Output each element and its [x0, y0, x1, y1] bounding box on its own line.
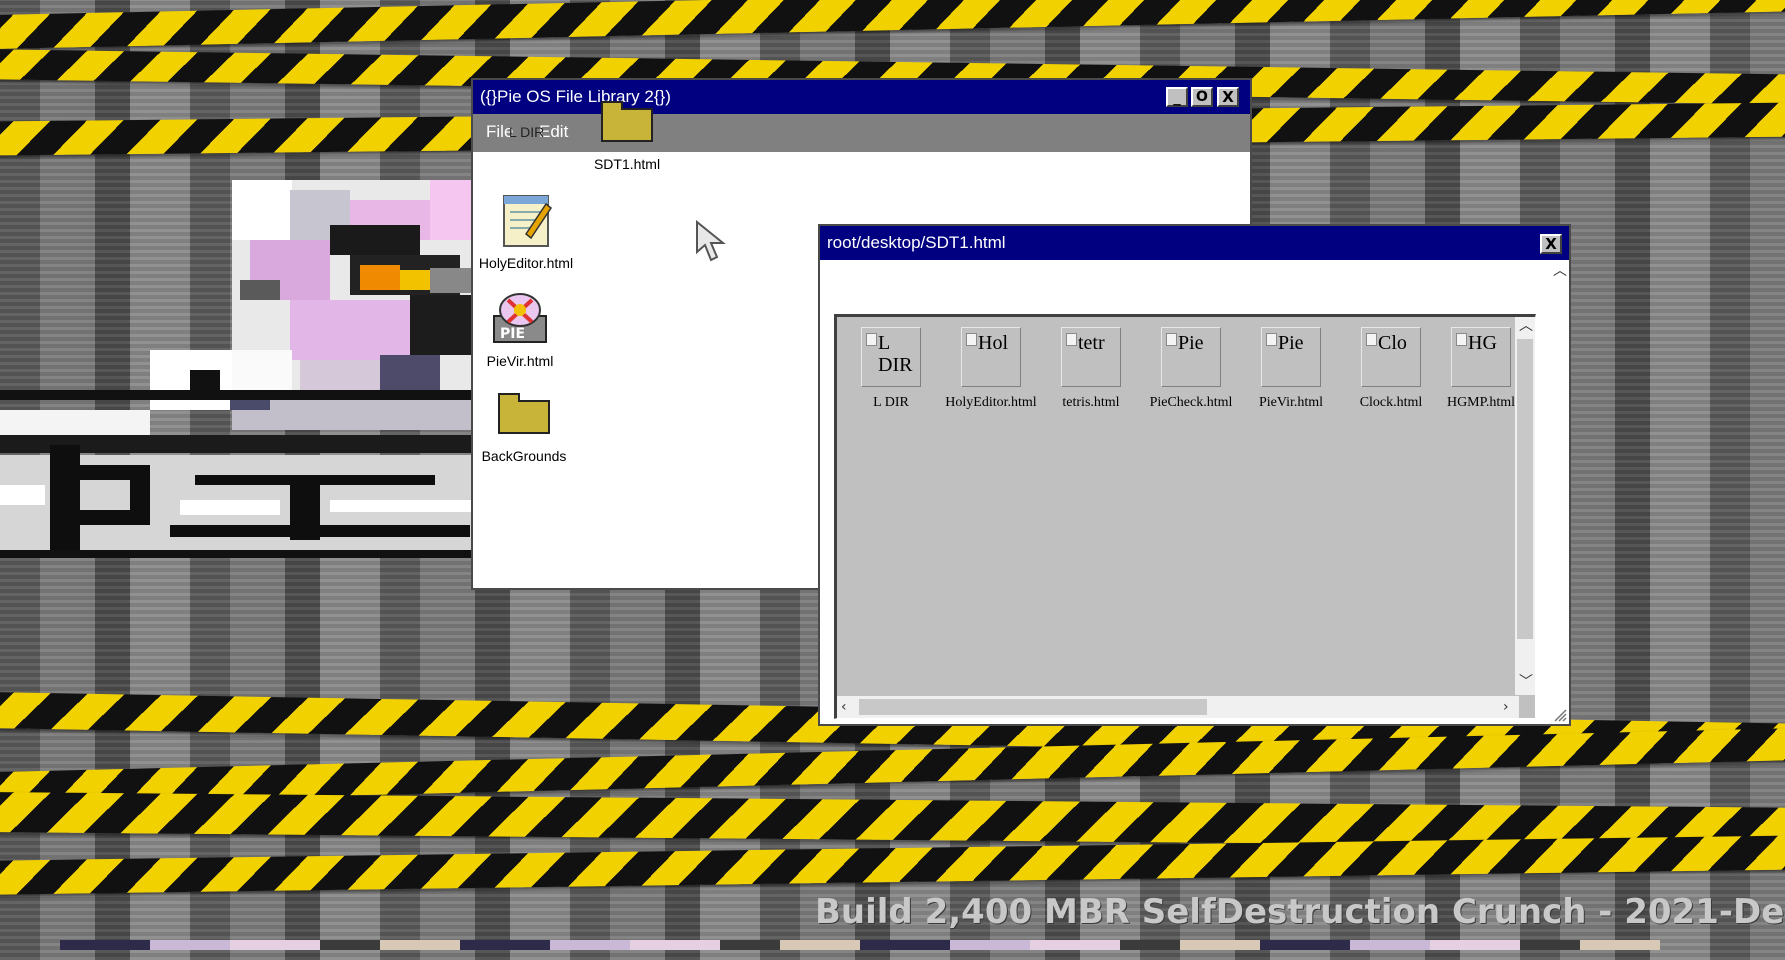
- broken-image-icon: Hol: [961, 327, 1021, 387]
- scroll-right-arrow-icon[interactable]: ›: [1503, 700, 1509, 714]
- vertical-scroll-thumb[interactable]: [1517, 339, 1533, 639]
- icon-holyeditor[interactable]: HolyEditor.html: [476, 190, 576, 271]
- folder-icon: [498, 393, 550, 434]
- notepad-icon: [503, 195, 553, 247]
- folder-icon: [601, 101, 653, 142]
- close-button[interactable]: X: [1540, 234, 1562, 254]
- minimize-button[interactable]: _: [1166, 87, 1188, 107]
- mouse-cursor-icon: [696, 220, 726, 262]
- dragging-icon-label: L DIR: [509, 124, 545, 140]
- file-item[interactable]: L DIR L DIR: [843, 327, 939, 411]
- scroll-up-arrow-icon[interactable]: ︿: [1519, 319, 1533, 333]
- sdt1-titlebar[interactable]: root/desktop/SDT1.html: [820, 226, 1569, 260]
- broken-image-icon: Clo: [1361, 327, 1421, 387]
- file-item[interactable]: tetr tetris.html: [1043, 327, 1139, 411]
- file-item[interactable]: HG HGMP.html: [1443, 327, 1519, 411]
- icon-sdt1[interactable]: SDT1.html: [577, 101, 677, 172]
- file-list-pane: L DIR L DIR Hol HolyEditor.html tetr tet…: [834, 314, 1536, 719]
- icon-pievir[interactable]: PIE PieVir.html: [470, 288, 570, 369]
- horizontal-scrollbar[interactable]: ‹ ›: [837, 696, 1519, 718]
- broken-image-icon: L DIR: [861, 327, 921, 387]
- resize-grip-icon[interactable]: [1553, 708, 1567, 722]
- close-button[interactable]: X: [1217, 87, 1239, 107]
- broken-image-icon: Pie: [1161, 327, 1221, 387]
- file-item[interactable]: Pie PieVir.html: [1243, 327, 1339, 411]
- vertical-scrollbar[interactable]: ︿ ﹀: [1515, 317, 1535, 695]
- build-version-text: Build 2,400 MBR SelfDestruction Crunch -…: [815, 892, 1785, 932]
- scroll-up-arrow-icon[interactable]: ︿: [1553, 264, 1567, 278]
- file-item[interactable]: Hol HolyEditor.html: [943, 327, 1039, 411]
- icon-backgrounds[interactable]: BackGrounds: [474, 393, 574, 464]
- horizontal-scroll-thumb[interactable]: [859, 699, 1207, 715]
- broken-image-icon: tetr: [1061, 327, 1121, 387]
- scroll-left-arrow-icon[interactable]: ‹: [841, 700, 847, 714]
- outer-vertical-scrollbar[interactable]: ︿: [1551, 264, 1567, 716]
- file-item[interactable]: Pie PieCheck.html: [1143, 327, 1239, 411]
- scroll-down-arrow-icon[interactable]: ﹀: [1519, 675, 1533, 689]
- svg-text:PIE: PIE: [500, 326, 525, 342]
- virus-pie-icon: PIE: [493, 293, 547, 343]
- sdt1-window[interactable]: root/desktop/SDT1.html X ︿ L DIR L DIR H…: [818, 224, 1571, 726]
- broken-image-icon: Pie: [1261, 327, 1321, 387]
- file-library-title: ({}Pie OS File Library 2{}): [480, 87, 671, 106]
- file-item[interactable]: Clo Clock.html: [1343, 327, 1439, 411]
- maximize-button[interactable]: O: [1191, 87, 1213, 107]
- sdt1-title: root/desktop/SDT1.html: [827, 233, 1006, 252]
- broken-image-icon: HG: [1451, 327, 1511, 387]
